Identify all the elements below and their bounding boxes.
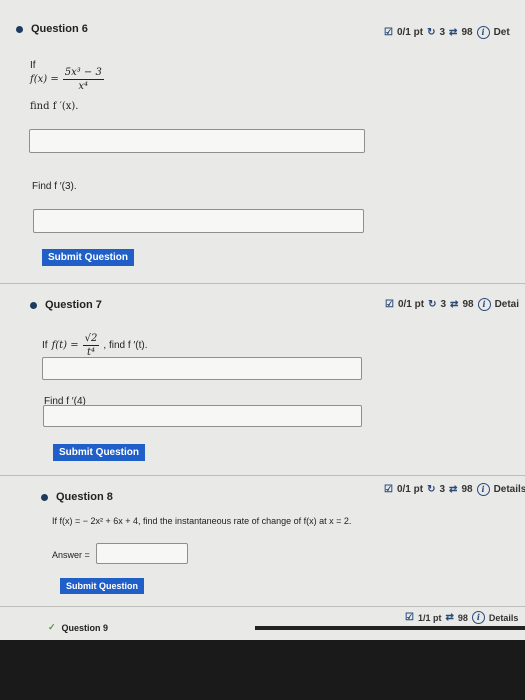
q6-answer-input-1[interactable] <box>29 129 365 153</box>
q6-f-lhs: f(x) = <box>30 74 59 85</box>
info-icon[interactable]: i <box>476 483 490 496</box>
question-page: Question 6 ☑ 0/1 pt ↻ 3 ⇄ 98 i Det If f(… <box>0 0 525 640</box>
q7-score: 0/1 pt <box>397 299 425 310</box>
q6-answer-input-2[interactable] <box>33 209 364 233</box>
q8-meta: ☑ 0/1 pt ↻ 3 ⇄ 98 i Details <box>384 483 525 496</box>
checkbox-icon: ☑ <box>385 299 394 310</box>
q7-retries: 3 <box>440 299 447 310</box>
q8-attempts: 98 <box>461 484 473 495</box>
divider <box>0 475 525 476</box>
q6-score: 0/1 pt <box>396 27 424 38</box>
q8-title: Question 8 <box>56 491 113 503</box>
checkbox-icon: ☑ <box>384 484 393 495</box>
q8-score: 0/1 pt <box>396 484 424 495</box>
q6-title: Question 6 <box>31 23 88 35</box>
q8-submit-button[interactable]: Submit Question <box>60 578 144 594</box>
retry-icon: ↻ <box>427 484 436 495</box>
q9-header: ✓ Question 9 <box>48 622 108 633</box>
q7-numerator: √2 <box>82 333 100 346</box>
attempts-icon: ⇄ <box>445 612 454 623</box>
q6-status-dot <box>16 25 23 33</box>
q6-header: Question 6 <box>16 23 88 35</box>
q8-retries: 3 <box>439 484 446 495</box>
divider <box>0 606 525 607</box>
info-icon[interactable]: i <box>476 26 490 39</box>
retry-icon: ↻ <box>427 27 436 38</box>
q6-retries: 3 <box>439 27 446 38</box>
q6-details-link[interactable]: Det <box>494 27 510 38</box>
q8-prompt: If f(x) = − 2x² + 6x + 4, find the insta… <box>52 516 352 526</box>
q7-status-dot <box>30 301 37 309</box>
q7-function: If f(t) = √2 t⁴ , find f ′(t). <box>42 333 148 358</box>
info-icon[interactable]: i <box>471 611 485 624</box>
q7-details-link[interactable]: Detai <box>495 299 519 310</box>
q7-f-lhs: f(t) = <box>51 340 79 351</box>
q6-meta: ☑ 0/1 pt ↻ 3 ⇄ 98 i Det <box>384 26 510 39</box>
q9-attempts: 98 <box>457 612 468 623</box>
checkbox-icon: ☑ <box>384 27 393 38</box>
q6-numerator: 5x³ − 3 <box>62 67 104 80</box>
q8-answer-input[interactable] <box>96 543 188 564</box>
retry-icon: ↻ <box>428 299 437 310</box>
q7-fraction: √2 t⁴ <box>82 333 100 358</box>
q6-submit-button[interactable]: Submit Question <box>42 249 134 266</box>
checkbox-icon: ☑ <box>405 612 414 623</box>
q6-function: f(x) = 5x³ − 3 x⁴ <box>30 67 104 92</box>
q7-answer-input-1[interactable] <box>42 357 362 380</box>
q9-score: 1/1 pt <box>417 612 442 623</box>
q6-find2-label: Find f ′(3). <box>32 181 77 192</box>
attempts-icon: ⇄ <box>449 27 458 38</box>
q6-fraction: 5x³ − 3 x⁴ <box>62 67 104 92</box>
q7-submit-button[interactable]: Submit Question <box>53 444 145 461</box>
q7-attempts: 98 <box>462 299 474 310</box>
attempts-icon: ⇄ <box>450 299 459 310</box>
q7-title: Question 7 <box>45 299 102 311</box>
q7-meta: ☑ 0/1 pt ↻ 3 ⇄ 98 i Detai <box>385 298 519 311</box>
q7-header: Question 7 <box>30 299 102 311</box>
q8-answer-label: Answer = <box>52 550 90 560</box>
checkmark-icon: ✓ <box>48 622 56 632</box>
q9-title: Question 9 <box>61 622 109 633</box>
attempts-icon: ⇄ <box>449 484 458 495</box>
q7-if-label: If <box>42 340 48 351</box>
q7-find-suffix: , find f ′(t). <box>103 340 148 351</box>
q6-find-label: find f ′(x). <box>30 101 79 112</box>
q8-details-link[interactable]: Details <box>494 484 525 495</box>
q7-answer-input-2[interactable] <box>43 405 362 427</box>
horizontal-scrollbar[interactable] <box>255 626 525 630</box>
q9-details-link[interactable]: Details <box>489 613 519 623</box>
q6-denominator: x⁴ <box>78 81 89 92</box>
q6-attempts: 98 <box>461 27 473 38</box>
divider <box>0 283 525 284</box>
screen-bezel <box>0 640 525 700</box>
q8-header: Question 8 <box>41 491 113 503</box>
q9-meta: ☑ 1/1 pt ⇄ 98 i Details <box>405 611 518 624</box>
q8-status-dot <box>41 493 48 501</box>
info-icon[interactable]: i <box>477 298 491 311</box>
